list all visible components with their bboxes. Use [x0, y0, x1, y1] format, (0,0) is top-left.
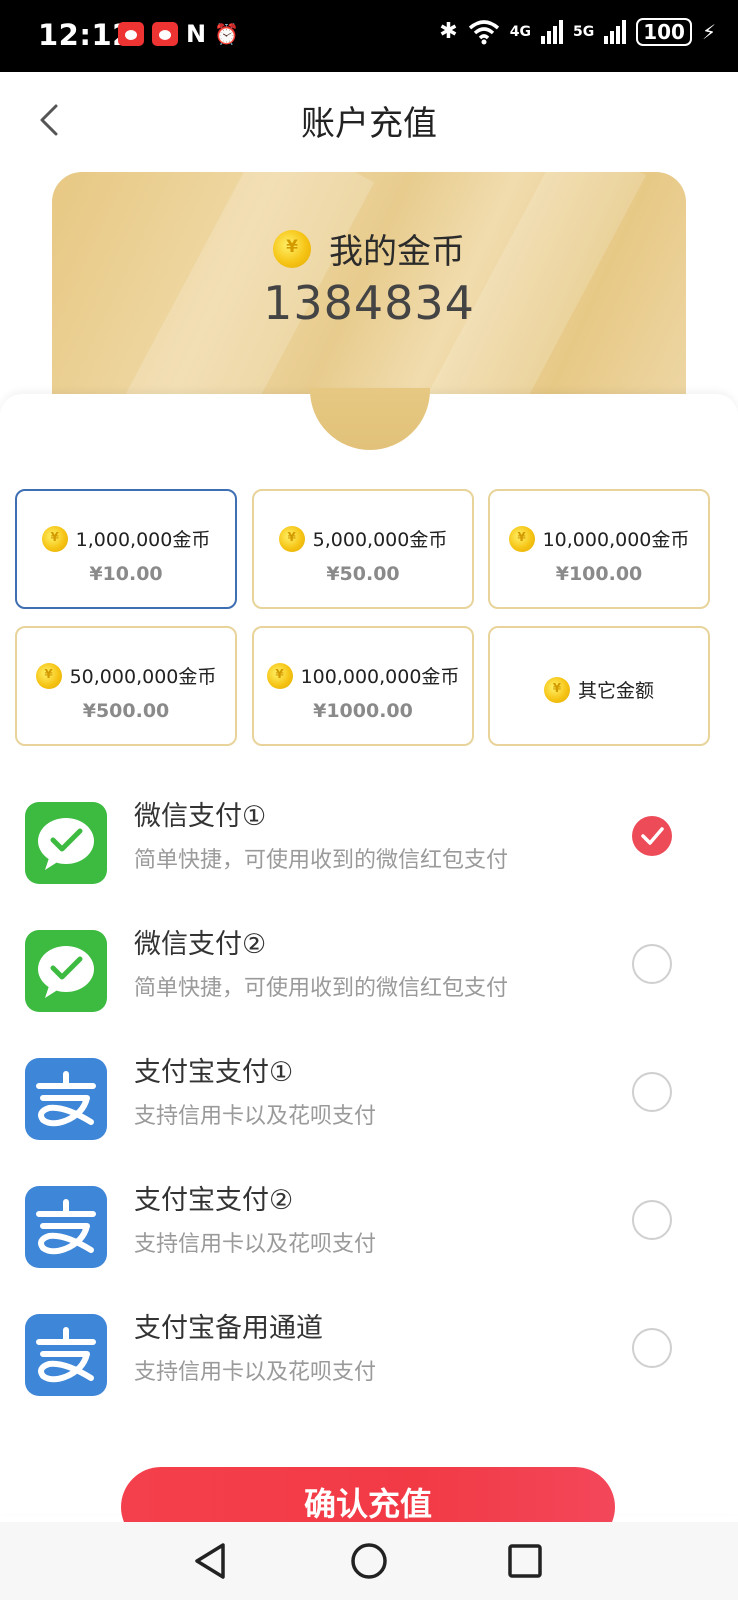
amount-price: ¥10.00	[89, 563, 163, 585]
alipay-icon	[25, 1058, 107, 1140]
radio-unchecked[interactable]	[632, 1328, 672, 1368]
amount-label: 1,000,000金币	[75, 529, 211, 551]
payment-option-wechat-2[interactable]: 微信支付② 简单快捷，可使用收到的微信红包支付	[0, 922, 738, 1050]
amount-label: 100,000,000金币	[300, 666, 460, 688]
amount-label: 10,000,000金币	[542, 529, 690, 551]
payment-option-alipay-1[interactable]: 支付宝支付① 支持信用卡以及花呗支付	[0, 1050, 738, 1178]
coin-icon	[41, 525, 68, 552]
payment-desc: 支持信用卡以及花呗支付	[134, 1360, 377, 1385]
payment-title: 微信支付②	[134, 929, 267, 960]
system-nav-bar	[0, 1522, 738, 1600]
coin-balance-card: 我的金币 1384834	[52, 172, 686, 422]
signal-bars-icon	[540, 20, 563, 44]
charging-icon: ⚡	[701, 20, 716, 44]
amount-label: 50,000,000金币	[69, 666, 217, 688]
balance-title: 我的金币	[329, 232, 465, 272]
coin-icon	[508, 525, 535, 552]
radio-unchecked[interactable]	[632, 1072, 672, 1112]
amount-label: 5,000,000金币	[312, 529, 448, 551]
alipay-icon	[25, 1314, 107, 1396]
amount-option-other[interactable]: 其它金额	[488, 626, 710, 746]
payment-title: 支付宝备用通道	[134, 1313, 323, 1344]
payment-desc: 简单快捷，可使用收到的微信红包支付	[134, 848, 509, 873]
system-icons: ✱ 4G 5G 100 ⚡	[439, 18, 716, 46]
page-title: 账户充值	[301, 104, 437, 144]
header: 账户充值	[0, 72, 738, 168]
payment-desc: 简单快捷，可使用收到的微信红包支付	[134, 976, 509, 1001]
radio-unchecked[interactable]	[632, 1200, 672, 1240]
payment-desc: 支持信用卡以及花呗支付	[134, 1104, 377, 1129]
coin-icon	[273, 229, 311, 268]
payment-title: 支付宝支付②	[134, 1185, 294, 1216]
wechat-pay-icon	[25, 930, 107, 1012]
payment-option-alipay-backup[interactable]: 支付宝备用通道 支持信用卡以及花呗支付	[0, 1306, 738, 1434]
nav-recents-icon[interactable]	[500, 1536, 550, 1586]
payment-option-alipay-2[interactable]: 支付宝支付② 支持信用卡以及花呗支付	[0, 1178, 738, 1306]
amount-price: ¥1000.00	[313, 700, 413, 722]
app-notification-icon	[152, 22, 178, 46]
notification-icons: N ⏰	[118, 22, 239, 46]
signal-bars-icon	[604, 20, 627, 44]
battery-icon: 100	[636, 18, 692, 46]
nfc-icon: N	[186, 20, 207, 48]
amount-option[interactable]: 100,000,000金币 ¥1000.00	[252, 626, 474, 746]
coin-icon	[266, 662, 293, 689]
network-4g-label: 4G	[509, 24, 531, 40]
payment-title: 支付宝支付①	[134, 1057, 294, 1088]
amount-option[interactable]: 10,000,000金币 ¥100.00	[488, 489, 710, 609]
amount-option[interactable]: 5,000,000金币 ¥50.00	[252, 489, 474, 609]
amount-option[interactable]: 1,000,000金币 ¥10.00	[15, 489, 237, 609]
radio-unchecked[interactable]	[632, 944, 672, 984]
coin-icon	[543, 676, 570, 703]
amount-price: ¥500.00	[82, 700, 170, 722]
nav-home-icon[interactable]	[344, 1536, 394, 1586]
alipay-icon	[25, 1186, 107, 1268]
wechat-pay-icon	[25, 802, 107, 884]
payment-title: 微信支付①	[134, 801, 267, 832]
network-5g-label: 5G	[572, 24, 595, 40]
status-bar: 12:12 N ⏰ ✱ 4G 5G 100 ⚡	[0, 0, 738, 72]
bluetooth-icon: ✱	[439, 19, 458, 44]
amount-price: ¥50.00	[326, 563, 400, 585]
payment-desc: 支持信用卡以及花呗支付	[134, 1232, 377, 1257]
app-notification-icon	[118, 22, 144, 46]
payment-option-wechat-1[interactable]: 微信支付① 简单快捷，可使用收到的微信红包支付	[0, 794, 738, 922]
nav-back-icon[interactable]	[185, 1536, 235, 1586]
amount-label: 其它金额	[577, 680, 654, 702]
coin-icon	[35, 662, 62, 689]
wifi-icon	[468, 20, 499, 45]
radio-checked[interactable]	[632, 816, 672, 856]
amount-option[interactable]: 50,000,000金币 ¥500.00	[15, 626, 237, 746]
coin-balance: 1384834	[263, 276, 475, 330]
alarm-icon: ⏰	[214, 22, 239, 46]
coin-icon	[278, 525, 305, 552]
amount-price: ¥100.00	[555, 563, 643, 585]
